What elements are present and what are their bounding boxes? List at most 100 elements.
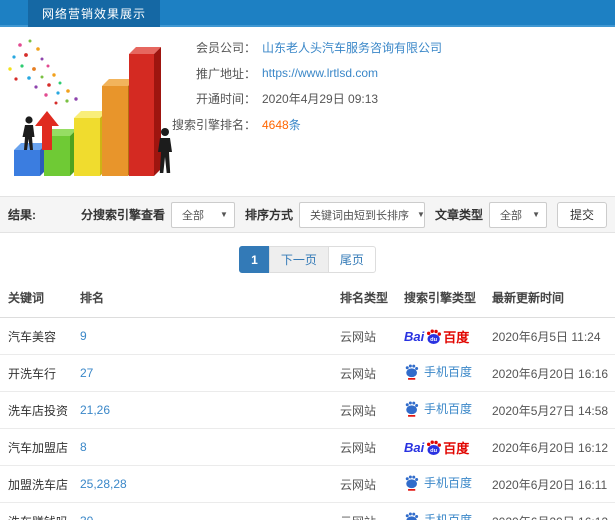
rank-type-cell: 云网站	[336, 391, 400, 429]
svg-text:du: du	[430, 448, 437, 454]
updated-cell: 2020年6月20日 16:11	[488, 465, 615, 503]
table-header-row: 关键词 排名 排名类型 搜索引擎类型 最新更新时间	[0, 280, 615, 318]
company-link[interactable]: 山东老人头汽车服务咨询有限公司	[262, 39, 442, 56]
keyword-ranking-table: 关键词 排名 排名类型 搜索引擎类型 最新更新时间 汽车美容 9 云网站 Bai…	[0, 280, 615, 520]
updated-cell: 2020年6月20日 16:16	[488, 354, 615, 392]
confetti-dots	[8, 39, 78, 105]
svg-text:du: du	[430, 337, 437, 343]
col-engine-type: 搜索引擎类型	[400, 280, 488, 318]
col-rank-type: 排名类型	[336, 280, 400, 318]
top-nav-bar: 网络营销效果展示	[0, 0, 615, 27]
rank-cell[interactable]: 25,28,28	[76, 465, 336, 503]
info-row-url: 推广地址： https://www.lrtlsd.com	[170, 61, 442, 87]
shouji-baidu-paw-icon	[405, 512, 419, 520]
table-row: 汽车加盟店 8 云网站 Bai du 百度 2020年6月20日 16:12	[0, 428, 615, 466]
account-info-list: 会员公司： 山东老人头汽车服务咨询有限公司 推广地址： https://www.…	[170, 35, 442, 137]
engine-cell: 手机百度	[400, 502, 488, 520]
info-row-open-time: 开通时间： 2020年4月29日 09:13	[170, 86, 442, 112]
company-label: 会员公司：	[195, 41, 256, 56]
chevron-down-icon: ▼	[532, 210, 540, 219]
updated-cell: 2020年6月20日 16:12	[488, 428, 615, 466]
engine-cell: 手机百度	[400, 354, 488, 392]
table-row: 洗车赚钱吗 30 云网站 手机百度 2020年6月20日 16:12	[0, 502, 615, 520]
engine-cell: 手机百度	[400, 465, 488, 503]
keyword-cell: 洗车赚钱吗	[0, 502, 76, 520]
shouji-baidu-logo: 手机百度	[404, 474, 472, 491]
rank-type-cell: 云网站	[336, 317, 400, 355]
sort-filter-label: 排序方式	[244, 208, 293, 222]
info-row-rank-count: 搜索引擎排名： 4648条	[170, 112, 442, 138]
engine-cell: Bai du 百度	[400, 428, 488, 466]
rank-cell[interactable]: 8	[76, 428, 336, 466]
info-row-company: 会员公司： 山东老人头汽车服务咨询有限公司	[170, 35, 442, 61]
engine-cell: 手机百度	[400, 391, 488, 429]
page-title-tab[interactable]: 网络营销效果展示	[28, 0, 161, 27]
promo-url-link[interactable]: https://www.lrtlsd.com	[262, 66, 378, 80]
results-label: 结果:	[8, 208, 36, 222]
marketing-report-page: 网络营销效果展示 会员公司： 山东老人头汽车服务咨询有限公司 推广地址： htt…	[0, 0, 615, 520]
rank-type-cell: 云网站	[336, 428, 400, 466]
updated-cell: 2020年6月5日 11:24	[488, 317, 615, 355]
keyword-cell: 开洗车行	[0, 354, 76, 392]
submit-button[interactable]: 提交	[556, 201, 607, 228]
open-time-value: 2020年4月29日 09:13	[262, 92, 379, 107]
page-1-button[interactable]: 1	[239, 246, 270, 273]
account-info-section: 会员公司： 山东老人头汽车服务咨询有限公司 推广地址： https://www.…	[0, 29, 615, 193]
rank-type-cell: 云网站	[336, 465, 400, 503]
open-time-label: 开通时间：	[195, 92, 256, 107]
engine-filter-value: 全部	[181, 209, 204, 222]
table-row: 加盟洗车店 25,28,28 云网站 手机百度 2020年6月20日 16:11	[0, 465, 615, 503]
updated-cell: 2020年5月27日 14:58	[488, 391, 615, 429]
rank-count-label: 搜索引擎排名：	[171, 117, 256, 132]
table-row: 洗车店投资 21,26 云网站 手机百度 2020年5月27日 14:58	[0, 391, 615, 429]
rank-count-value: 4648条	[262, 116, 301, 133]
marketing-growth-illustration	[8, 39, 172, 176]
col-rank: 排名	[76, 280, 336, 318]
baidu-paw-icon: du	[427, 440, 442, 455]
table-row: 开洗车行 27 云网站 手机百度 2020年6月20日 16:16	[0, 354, 615, 392]
sort-filter-select[interactable]: 关键词由短到长排序 ▼	[298, 201, 425, 228]
rank-cell[interactable]: 30	[76, 502, 336, 520]
rank-type-cell: 云网站	[336, 502, 400, 520]
rank-cell[interactable]: 9	[76, 317, 336, 355]
chevron-down-icon: ▼	[416, 210, 425, 219]
table-row: 汽车美容 9 云网站 Bai du 百度 2020年6月5日 11:24	[0, 317, 615, 355]
shouji-baidu-paw-icon	[405, 364, 419, 380]
keyword-cell: 加盟洗车店	[0, 465, 76, 503]
type-filter-value: 全部	[499, 209, 522, 222]
baidu-paw-icon: du	[427, 329, 442, 344]
last-page-button[interactable]: 尾页	[327, 246, 376, 273]
rank-cell[interactable]: 21,26	[76, 391, 336, 429]
type-filter-label: 文章类型	[434, 208, 483, 222]
shouji-baidu-logo: 手机百度	[404, 400, 472, 417]
chevron-down-icon: ▼	[220, 210, 228, 219]
keyword-cell: 洗车店投资	[0, 391, 76, 429]
pagination: 1 下一页 尾页	[0, 246, 615, 273]
rank-count-unit: 条	[288, 117, 301, 132]
col-updated: 最新更新时间	[488, 280, 615, 318]
updated-cell: 2020年6月20日 16:12	[488, 502, 615, 520]
bar-red	[129, 47, 161, 176]
page-title: 网络营销效果展示	[42, 7, 147, 21]
promo-url-label: 推广地址：	[195, 66, 256, 81]
rank-cell[interactable]: 27	[76, 354, 336, 392]
keyword-cell: 汽车加盟店	[0, 428, 76, 466]
engine-filter-select[interactable]: 全部 ▼	[170, 201, 235, 228]
baidu-logo: Bai du 百度	[404, 439, 470, 456]
rank-count-number: 4648	[262, 117, 289, 132]
filter-bar: 结果: 分搜索引擎查看 全部 ▼ 排序方式 关键词由短到长排序 ▼ 文章类型 全…	[0, 196, 615, 233]
shouji-baidu-logo: 手机百度	[404, 511, 472, 520]
filter-controls: 分搜索引擎查看 全部 ▼ 排序方式 关键词由短到长排序 ▼ 文章类型 全部 ▼ …	[71, 201, 607, 228]
type-filter-select[interactable]: 全部 ▼	[488, 201, 547, 228]
shouji-baidu-logo: 手机百度	[404, 363, 472, 380]
shouji-baidu-paw-icon	[405, 475, 419, 491]
col-keyword: 关键词	[0, 280, 76, 318]
shouji-baidu-paw-icon	[405, 401, 419, 417]
next-page-button[interactable]: 下一页	[268, 246, 329, 273]
baidu-logo: Bai du 百度	[404, 328, 470, 345]
sort-filter-value: 关键词由短到长排序	[309, 209, 409, 222]
rank-type-cell: 云网站	[336, 354, 400, 392]
engine-cell: Bai du 百度	[400, 317, 488, 355]
engine-filter-label: 分搜索引擎查看	[80, 208, 165, 222]
keyword-cell: 汽车美容	[0, 317, 76, 355]
